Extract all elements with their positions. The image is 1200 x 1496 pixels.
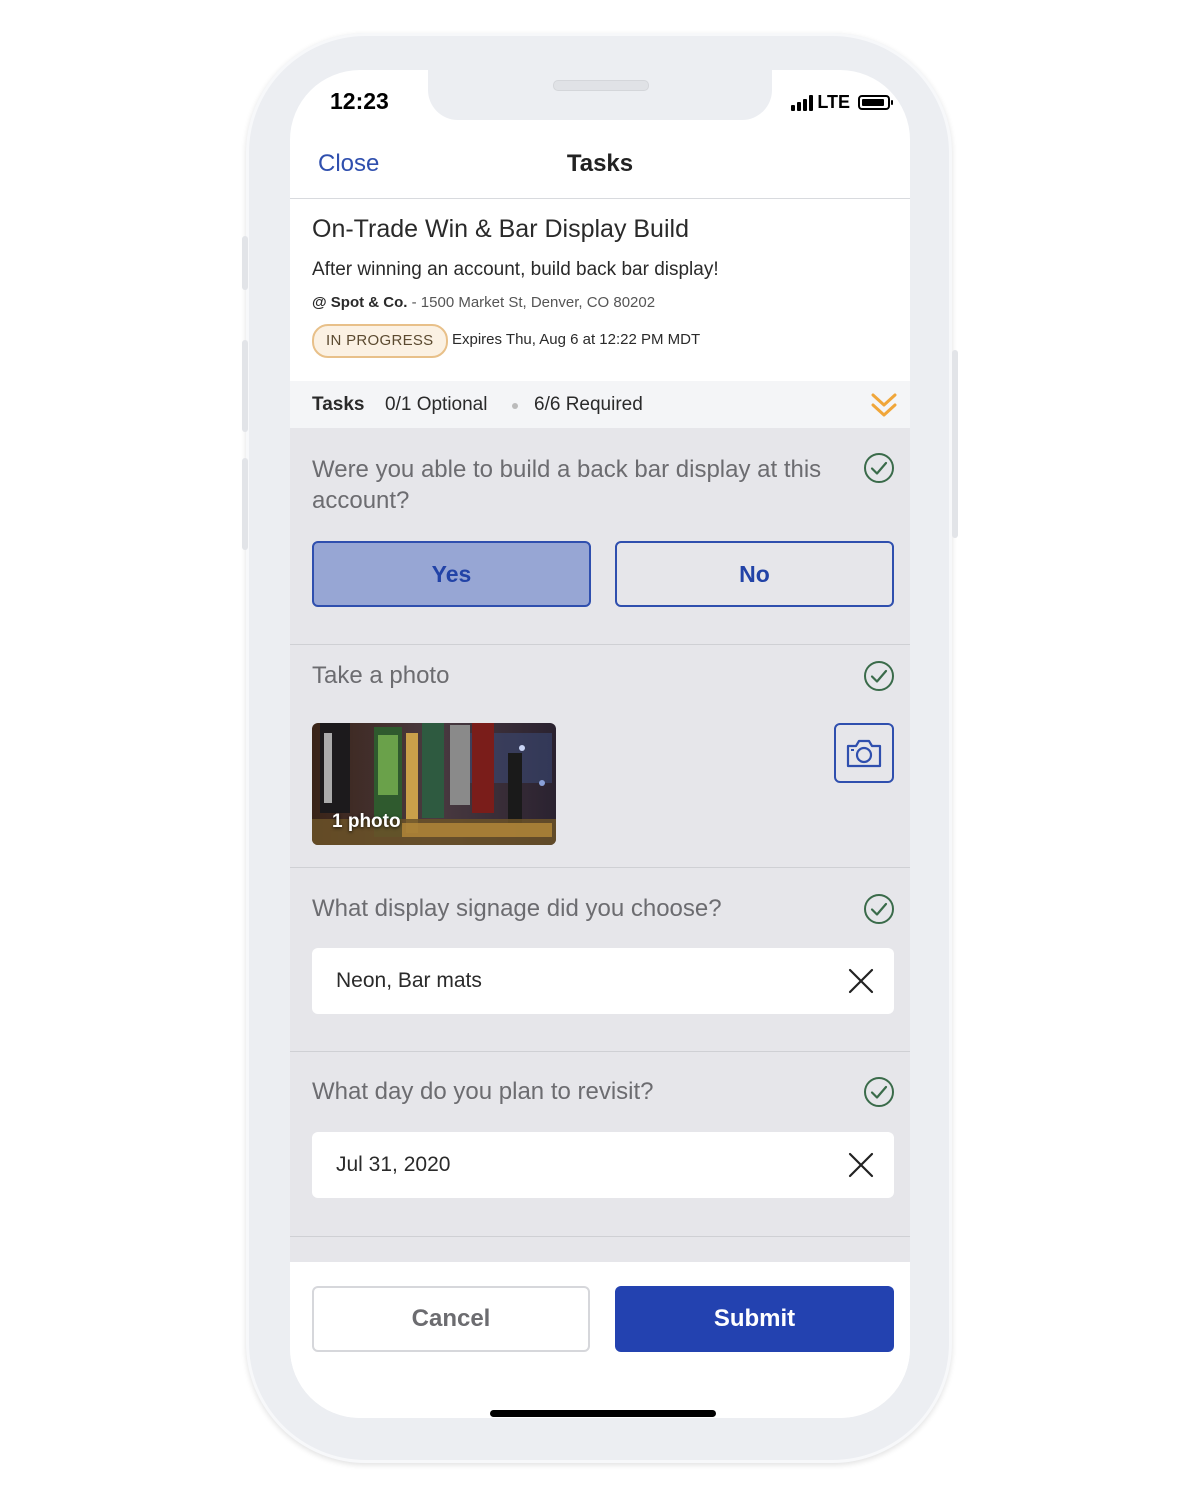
footer-actions: Cancel Submit <box>290 1262 910 1418</box>
status-badge: IN PROGRESS <box>312 324 448 358</box>
task-location: @ Spot & Co. - 1500 Market St, Denver, C… <box>312 294 655 311</box>
venue-address: - 1500 Market St, Denver, CO 80202 <box>411 294 656 311</box>
question-text: Were you able to build a back bar displa… <box>312 456 822 514</box>
optional-count: 0/1 Optional <box>385 394 488 415</box>
signage-value: Neon, Bar mats <box>336 969 482 992</box>
check-circle-icon <box>864 1077 894 1107</box>
submit-button[interactable]: Submit <box>615 1286 894 1352</box>
question-text: Take a photo <box>312 662 450 689</box>
nav-bar: Close Tasks <box>290 128 910 199</box>
question-next-partial <box>290 1237 910 1262</box>
question-signage: What display signage did you choose? Neo… <box>290 868 910 1052</box>
status-indicators: LTE <box>791 92 893 113</box>
required-count: 6/6 Required <box>534 394 643 415</box>
volume-up-button <box>242 340 248 432</box>
volume-down-button <box>242 458 248 550</box>
task-title: On-Trade Win & Bar Display Build <box>312 215 689 243</box>
revisit-date-field[interactable]: Jul 31, 2020 <box>312 1132 894 1198</box>
tasks-summary-bar[interactable]: Tasks 0/1 Optional 6/6 Required <box>290 381 910 428</box>
mute-switch <box>242 236 248 290</box>
no-button[interactable]: No <box>615 541 894 607</box>
check-circle-icon <box>864 453 894 483</box>
photo-count: 1 photo <box>332 811 401 832</box>
battery-icon <box>858 95 893 110</box>
camera-icon <box>846 739 882 768</box>
task-header: On-Trade Win & Bar Display Build After w… <box>290 199 910 381</box>
question-text: What display signage did you choose? <box>312 895 722 922</box>
clear-x-icon[interactable] <box>846 966 876 996</box>
task-description: After winning an account, build back bar… <box>312 259 719 280</box>
question-text: What day do you plan to revisit? <box>312 1078 654 1105</box>
notch <box>428 70 772 120</box>
status-time: 12:23 <box>330 88 389 114</box>
cancel-button[interactable]: Cancel <box>312 1286 590 1352</box>
phone-screen: 12:23 LTE Close Tasks On-Trade Win & Bar… <box>290 70 910 1418</box>
speaker-grille <box>553 80 649 91</box>
home-indicator[interactable] <box>490 1410 716 1417</box>
signage-select-field[interactable]: Neon, Bar mats <box>312 948 894 1014</box>
question-photo: Take a photo 1 photo <box>290 645 910 868</box>
yes-button[interactable]: Yes <box>312 541 591 607</box>
signal-icon <box>791 94 814 111</box>
network-type: LTE <box>817 92 850 112</box>
question-build-display: Were you able to build a back bar displa… <box>290 428 910 645</box>
power-button <box>952 350 958 538</box>
camera-button[interactable] <box>834 723 894 783</box>
clear-x-icon[interactable] <box>846 1150 876 1180</box>
revisit-date-value: Jul 31, 2020 <box>336 1153 451 1176</box>
separator-dot <box>512 403 518 409</box>
check-circle-icon <box>864 661 894 691</box>
venue-name: @ Spot & Co. <box>312 294 408 311</box>
page-title: Tasks <box>566 150 634 177</box>
tasks-label: Tasks <box>312 394 365 415</box>
photo-thumbnail[interactable]: 1 photo <box>312 723 556 845</box>
question-revisit-date: What day do you plan to revisit? Jul 31,… <box>290 1052 910 1237</box>
expiry-text: Expires Thu, Aug 6 at 12:22 PM MDT <box>452 331 701 348</box>
chevron-double-down-icon[interactable] <box>870 390 898 420</box>
check-circle-icon <box>864 894 894 924</box>
